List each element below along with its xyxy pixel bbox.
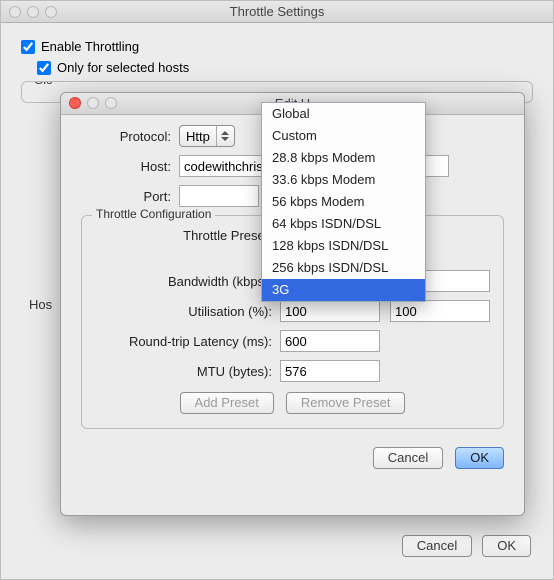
throttle-config-label: Throttle Configuration bbox=[92, 207, 215, 221]
protocol-value: Http bbox=[180, 129, 216, 144]
bandwidth-label: Bandwidth (kbps): bbox=[92, 274, 272, 289]
outer-ok-button[interactable]: OK bbox=[482, 535, 531, 557]
preset-menu-item[interactable]: 28.8 kbps Modem bbox=[262, 147, 425, 169]
minimize-icon[interactable] bbox=[87, 97, 99, 109]
hosts-label: Hos bbox=[29, 297, 52, 312]
modal-ok-button[interactable]: OK bbox=[455, 447, 504, 469]
titlebar: Throttle Settings bbox=[1, 1, 553, 23]
preset-menu-item[interactable]: Global bbox=[262, 103, 425, 125]
only-selected-checkbox[interactable] bbox=[37, 61, 51, 75]
preset-label: Throttle Preset: bbox=[92, 228, 272, 243]
only-selected-label: Only for selected hosts bbox=[57, 60, 189, 75]
close-icon[interactable] bbox=[69, 97, 81, 109]
preset-menu-item[interactable]: 256 kbps ISDN/DSL bbox=[262, 257, 425, 279]
chevron-updown-icon bbox=[216, 126, 234, 146]
utilisation-label: Utilisation (%): bbox=[92, 304, 272, 319]
close-icon[interactable] bbox=[9, 6, 21, 18]
preset-menu-item[interactable]: 128 kbps ISDN/DSL bbox=[262, 235, 425, 257]
host-label: Host: bbox=[81, 159, 171, 174]
protocol-select[interactable]: Http bbox=[179, 125, 235, 147]
mtu-input[interactable] bbox=[280, 360, 380, 382]
global-groupbox-label: Glo bbox=[30, 81, 57, 87]
enable-throttling-checkbox[interactable] bbox=[21, 40, 35, 54]
zoom-icon[interactable] bbox=[45, 6, 57, 18]
modal-cancel-button[interactable]: Cancel bbox=[373, 447, 443, 469]
traffic-lights bbox=[9, 6, 57, 18]
preset-menu-item[interactable]: Custom bbox=[262, 125, 425, 147]
mtu-label: MTU (bytes): bbox=[92, 364, 272, 379]
enable-throttling-row: Enable Throttling bbox=[21, 39, 533, 54]
minimize-icon[interactable] bbox=[27, 6, 39, 18]
latency-label: Round-trip Latency (ms): bbox=[92, 334, 272, 349]
outer-cancel-button[interactable]: Cancel bbox=[402, 535, 472, 557]
preset-menu-item[interactable]: 64 kbps ISDN/DSL bbox=[262, 213, 425, 235]
window-title: Throttle Settings bbox=[230, 4, 325, 19]
protocol-label: Protocol: bbox=[81, 129, 171, 144]
preset-menu-item[interactable]: 56 kbps Modem bbox=[262, 191, 425, 213]
utilisation-download-input[interactable] bbox=[280, 300, 380, 322]
add-preset-button[interactable]: Add Preset bbox=[180, 392, 274, 414]
remove-preset-button[interactable]: Remove Preset bbox=[286, 392, 406, 414]
utilisation-upload-input[interactable] bbox=[390, 300, 490, 322]
modal-traffic-lights bbox=[69, 97, 117, 109]
preset-menu-item[interactable]: 33.6 kbps Modem bbox=[262, 169, 425, 191]
latency-input[interactable] bbox=[280, 330, 380, 352]
zoom-icon[interactable] bbox=[105, 97, 117, 109]
port-input[interactable] bbox=[179, 185, 259, 207]
port-label: Port: bbox=[81, 189, 171, 204]
only-selected-row: Only for selected hosts bbox=[37, 60, 533, 75]
preset-menu-item[interactable]: 3G bbox=[262, 279, 425, 301]
enable-throttling-label: Enable Throttling bbox=[41, 39, 139, 54]
throttle-preset-menu[interactable]: GlobalCustom28.8 kbps Modem33.6 kbps Mod… bbox=[261, 102, 426, 302]
